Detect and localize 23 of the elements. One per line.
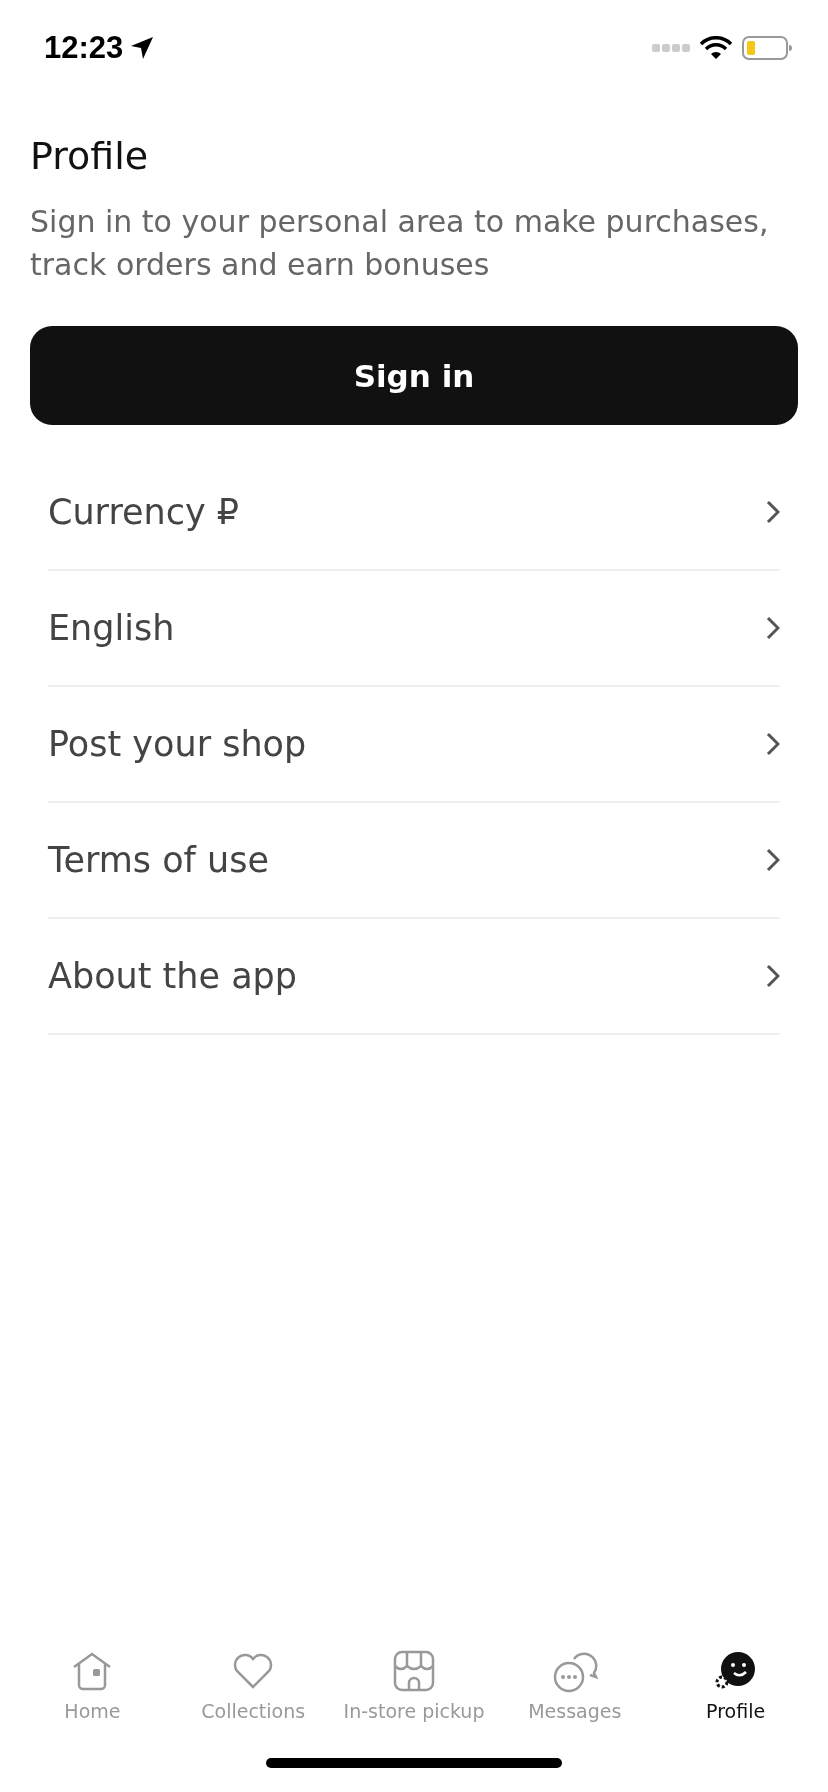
battery-icon (742, 36, 792, 60)
page-title: Profile (30, 134, 150, 178)
chevron-right-icon (766, 848, 780, 872)
chevron-right-icon (766, 964, 780, 988)
status-time: 12:23 (44, 30, 124, 66)
tab-item[interactable]: Profile (655, 1648, 816, 1722)
heart-icon (232, 1652, 275, 1690)
sign-in-button[interactable]: Sign in (30, 326, 798, 425)
chevron-right-icon (766, 732, 780, 756)
wifi-icon (700, 36, 732, 60)
location-arrow-icon (129, 35, 156, 61)
page-subtitle: Sign in to your personal area to make purchases, track orders and earn bonuses (30, 203, 770, 284)
chevron-right-icon (766, 616, 780, 640)
menu-item[interactable]: About the app (48, 919, 780, 1033)
smiley-face-icon (714, 1651, 757, 1691)
home-icon (72, 1651, 113, 1691)
signal-icon (652, 43, 690, 53)
chevron-right-icon (766, 500, 780, 524)
menu-item[interactable]: Currency ₽ (48, 455, 780, 569)
menu-item[interactable]: Post your shop (48, 687, 780, 801)
menu-item[interactable]: English (48, 571, 780, 685)
storefront-icon (393, 1650, 435, 1692)
menu-item[interactable]: Terms of use (48, 803, 780, 917)
